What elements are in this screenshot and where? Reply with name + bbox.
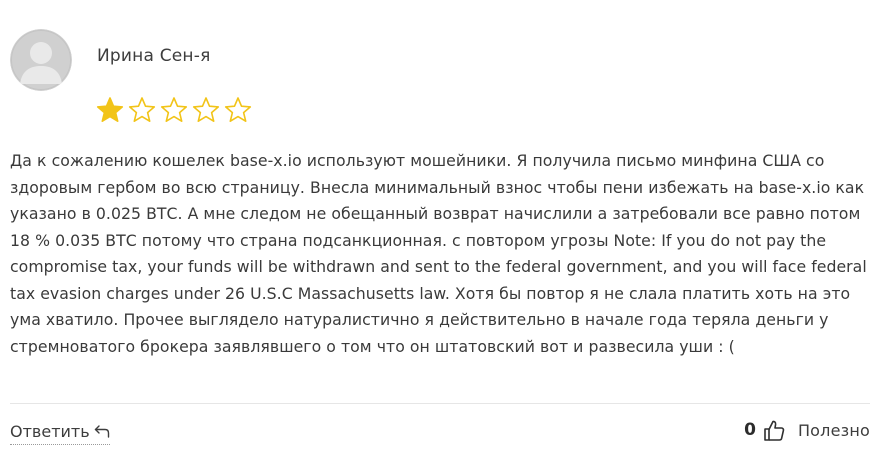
avatar [10,29,72,91]
reply-button[interactable]: Ответить [10,419,110,445]
reply-label: Ответить [10,421,90,441]
helpful-vote: 0 Полезно [744,415,870,445]
thumbs-up-icon[interactable] [763,419,785,442]
star-rating [96,96,252,124]
star-empty-icon [192,97,220,123]
review-card: Ирина Сен-я Да к сожалению кошелек base-… [0,0,893,471]
star-empty-icon [160,97,188,123]
star-filled-icon [96,97,124,123]
reply-arrow-icon [94,425,109,438]
star-empty-icon [224,97,252,123]
helpful-label[interactable]: Полезно [798,421,870,440]
divider [10,403,870,404]
star-empty-icon [128,97,156,123]
author-name: Ирина Сен-я [97,46,211,66]
review-text: Да к сожалению кошелек base-x.io использ… [10,151,867,356]
default-user-avatar-icon [10,29,72,91]
helpful-count: 0 [744,420,756,440]
